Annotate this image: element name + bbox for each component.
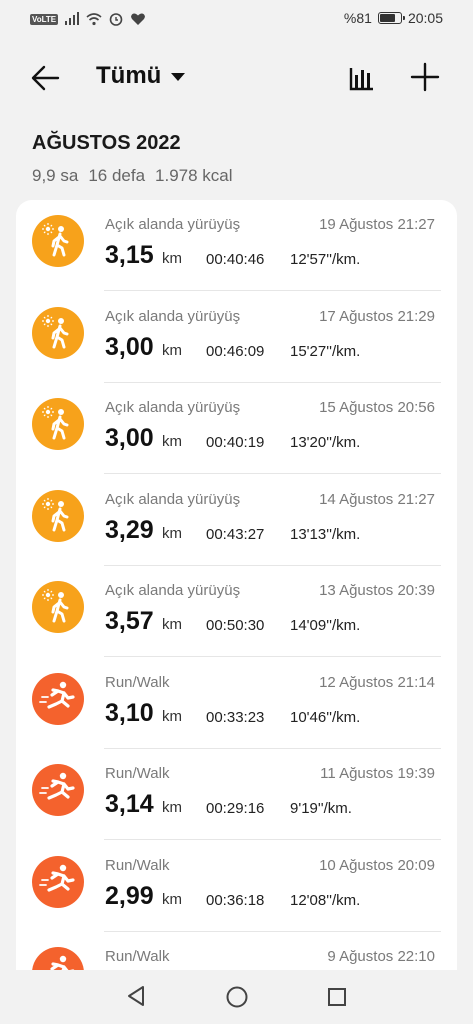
distance-unit: km [162, 250, 182, 267]
activity-pace: 12'57''/km. [290, 251, 361, 268]
bar-chart-icon[interactable] [345, 62, 377, 94]
running-icon [32, 855, 84, 908]
alarm-icon [109, 13, 123, 26]
activity-distance: 3,15 [105, 241, 154, 269]
activity-date: 13 Ağustos 20:39 [319, 582, 435, 599]
volte-badge: VoLTE [30, 13, 59, 25]
activity-distance: 3,29 [105, 515, 154, 544]
summary-count: 16 defa [88, 166, 146, 185]
chevron-down-icon [171, 73, 186, 81]
signal-icon [65, 12, 80, 25]
month-title: AĞUSTOS 2022 [32, 132, 181, 154]
nav-home-icon[interactable] [225, 985, 249, 1009]
battery-icon [377, 12, 405, 24]
activity-distance: 3,14 [105, 790, 154, 818]
activity-type: Açık alanda yürüyüş [105, 307, 241, 325]
activity-type: Run/Walk [105, 948, 170, 965]
activity-date: 11 Ağustos 19:39 [320, 765, 435, 782]
activity-duration: 00:43:27 [206, 525, 265, 543]
activity-duration: 00:36:18 [206, 891, 265, 909]
activity-date: 15 Ağustos 20:56 [319, 399, 435, 416]
activity-row[interactable]: Açık alanda yürüyüş 19 Ağustos 21:27 3,1… [16, 200, 457, 291]
activity-row[interactable]: Run/Walk 10 Ağustos 20:09 2,99 km 00:36:… [16, 841, 457, 932]
activity-row[interactable]: Açık alanda yürüyüş 13 Ağustos 20:39 3,5… [16, 566, 457, 657]
page-title: Tümü [96, 62, 162, 89]
activity-pace: 15'27''/km. [290, 342, 361, 360]
activity-type: Açık alanda yürüyüş [105, 582, 241, 599]
activity-distance: 2,99 [105, 881, 154, 910]
activity-type: Run/Walk [105, 673, 170, 691]
status-left: VoLTE [30, 12, 146, 26]
activity-duration: 00:46:09 [206, 342, 265, 360]
walking-icon [32, 306, 84, 359]
back-arrow-icon[interactable] [28, 62, 64, 94]
activity-row[interactable]: Run/Walk 12 Ağustos 21:14 3,10 km 00:33:… [16, 658, 457, 749]
activity-row[interactable]: Run/Walk 11 Ağustos 19:39 3,14 km 00:29:… [16, 749, 457, 840]
walking-icon [32, 489, 84, 542]
summary-duration: 9,9 sa [32, 166, 79, 185]
activity-duration: 00:40:19 [206, 434, 265, 451]
running-icon [32, 947, 84, 970]
month-summary: 9,9 sa 16 defa 1.978 kcal [32, 166, 233, 186]
distance-unit: km [162, 799, 182, 816]
activity-date: 14 Ağustos 21:27 [319, 490, 435, 508]
activity-pace: 13'20''/km. [290, 434, 361, 451]
activity-duration: 00:33:23 [206, 708, 265, 726]
walking-icon [32, 581, 84, 633]
activity-duration: 00:29:16 [206, 800, 265, 817]
walking-icon [32, 215, 84, 267]
activity-pace: 9'19''/km. [290, 800, 352, 817]
activity-row[interactable]: Açık alanda yürüyüş 14 Ağustos 21:27 3,2… [16, 475, 457, 566]
activity-list: Açık alanda yürüyüş 19 Ağustos 21:27 3,1… [16, 200, 457, 970]
distance-unit: km [162, 341, 182, 359]
activity-pace: 10'46''/km. [290, 708, 361, 726]
activity-date: 19 Ağustos 21:27 [319, 216, 435, 233]
system-nav-bar [0, 970, 473, 1024]
activity-date: 10 Ağustos 20:09 [319, 856, 435, 874]
app-header: Tümü [0, 50, 473, 106]
activity-type: Açık alanda yürüyüş [105, 399, 241, 416]
distance-unit: km [162, 524, 182, 542]
distance-unit: km [162, 433, 182, 450]
wifi-icon [86, 13, 102, 26]
activity-distance: 3,57 [105, 607, 154, 635]
walking-icon [32, 398, 84, 450]
distance-unit: km [162, 707, 182, 725]
activity-type: Açık alanda yürüyüş [105, 216, 241, 233]
activity-pace: 14'09''/km. [290, 617, 361, 634]
filter-dropdown[interactable]: Tümü [96, 62, 186, 90]
running-icon [32, 764, 84, 816]
battery-percent: %81 [343, 10, 372, 26]
activity-type: Run/Walk [105, 856, 170, 874]
add-icon[interactable] [408, 60, 442, 94]
activity-duration: 00:50:30 [206, 617, 265, 634]
activity-date: 17 Ağustos 21:29 [319, 307, 435, 325]
activity-distance: 3,00 [105, 424, 154, 452]
heart-icon [131, 13, 146, 25]
activity-type: Açık alanda yürüyüş [105, 490, 241, 508]
activity-row[interactable]: Açık alanda yürüyüş 17 Ağustos 21:29 3,0… [16, 292, 457, 383]
activity-type: Run/Walk [105, 765, 170, 782]
activity-pace: 13'13''/km. [290, 525, 361, 543]
running-icon [32, 672, 84, 725]
activity-distance: 3,00 [105, 332, 154, 361]
status-bar: VoLTE %81 20:05 [0, 0, 473, 40]
activity-date: 9 Ağustos 22:10 [327, 948, 435, 965]
activity-distance: 3,10 [105, 698, 154, 727]
distance-unit: km [162, 890, 182, 908]
nav-recents-icon[interactable] [327, 987, 347, 1007]
activity-pace: 12'08''/km. [290, 891, 361, 909]
distance-unit: km [162, 616, 182, 633]
status-right: %81 20:05 [344, 10, 443, 26]
activity-row[interactable]: Run/Walk 9 Ağustos 22:10 [16, 932, 457, 970]
status-time: 20:05 [407, 10, 443, 26]
activity-row[interactable]: Açık alanda yürüyüş 15 Ağustos 20:56 3,0… [16, 383, 457, 474]
activity-duration: 00:40:46 [206, 251, 265, 268]
nav-back-icon[interactable] [124, 984, 148, 1008]
summary-calories: 1.978 kcal [155, 166, 233, 185]
activity-date: 12 Ağustos 21:14 [319, 673, 435, 691]
